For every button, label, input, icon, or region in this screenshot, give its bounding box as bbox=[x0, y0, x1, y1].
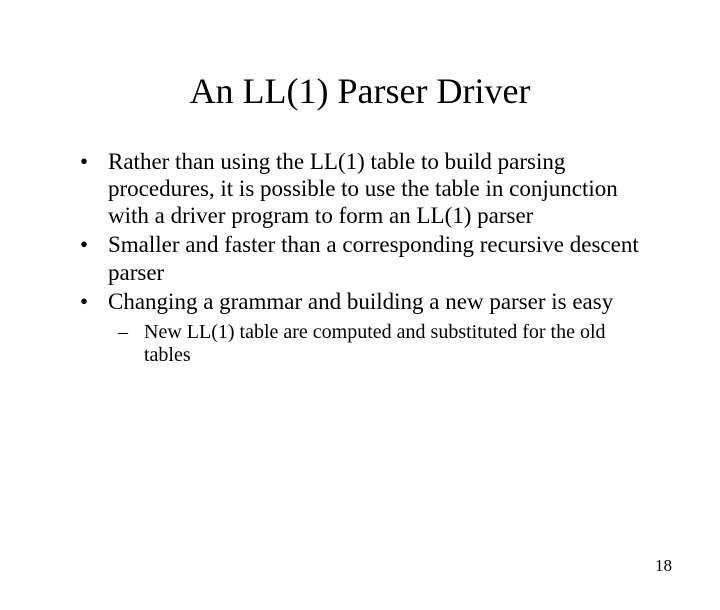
sub-bullet-list: New LL(1) table are computed and substit… bbox=[108, 321, 656, 368]
bullet-list: Rather than using the LL(1) table to bui… bbox=[72, 148, 656, 368]
slide-body: Rather than using the LL(1) table to bui… bbox=[72, 148, 656, 368]
sub-bullet-item: New LL(1) table are computed and substit… bbox=[108, 321, 656, 368]
slide-title: An LL(1) Parser Driver bbox=[0, 70, 720, 112]
bullet-item: Smaller and faster than a corresponding … bbox=[72, 231, 656, 285]
bullet-item: Rather than using the LL(1) table to bui… bbox=[72, 148, 656, 229]
page-number: 18 bbox=[655, 556, 672, 576]
bullet-text: Changing a grammar and building a new pa… bbox=[108, 289, 613, 314]
bullet-item: Changing a grammar and building a new pa… bbox=[72, 288, 656, 368]
slide: An LL(1) Parser Driver Rather than using… bbox=[0, 70, 720, 610]
